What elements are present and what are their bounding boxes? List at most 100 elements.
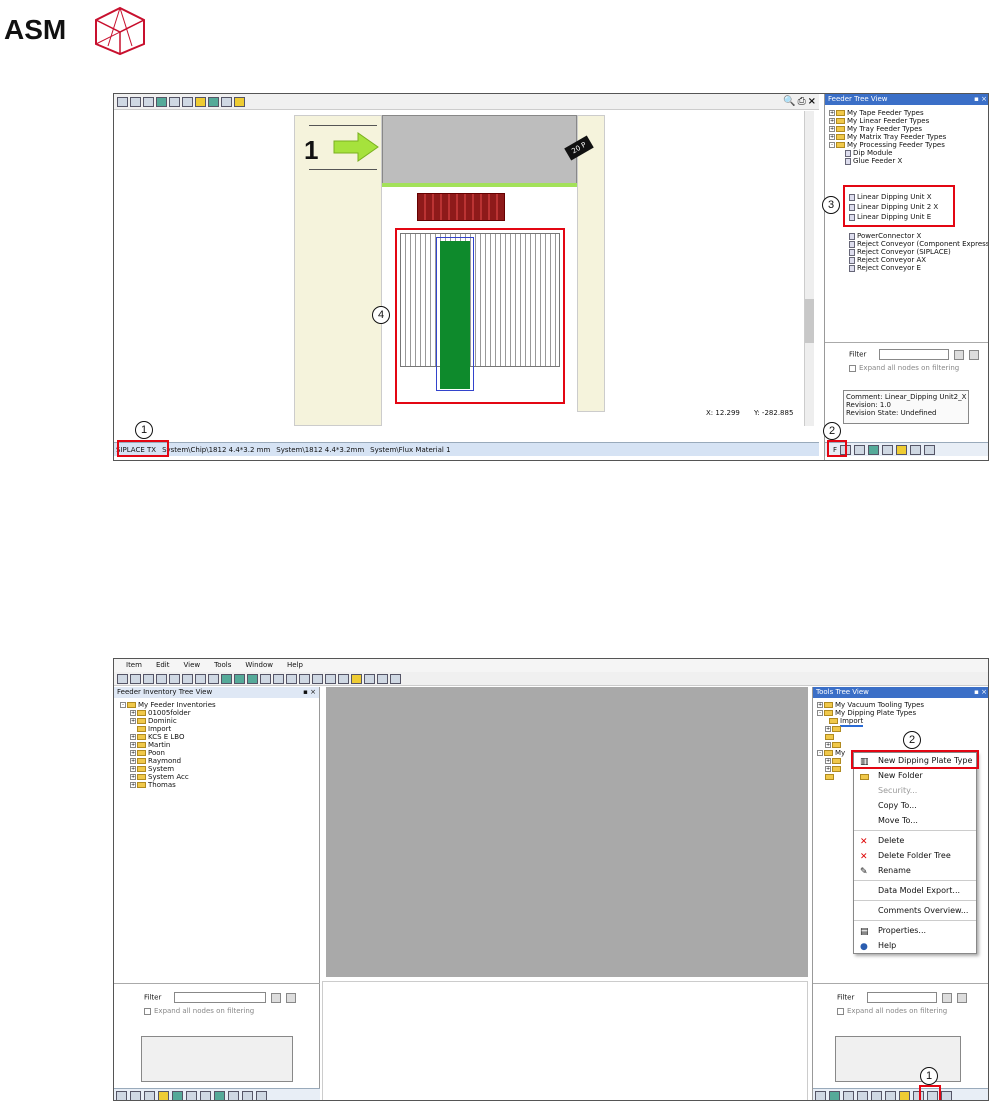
tab-icon[interactable] (256, 1090, 267, 1100)
refresh-icon[interactable] (169, 673, 180, 684)
zoom-icon[interactable]: 🔍 (783, 96, 795, 107)
tree-item[interactable]: + My Tray Feeder Types (829, 125, 946, 133)
import-icon[interactable] (130, 673, 141, 684)
tree-item[interactable]: + Thomas (120, 781, 216, 789)
tree-item[interactable]: + Raymond (120, 757, 216, 765)
zoom-out-icon[interactable] (312, 673, 323, 684)
board-icon[interactable] (208, 96, 219, 107)
tree-item[interactable]: + My Matrix Tray Feeder Types (829, 133, 946, 141)
expand-checkbox[interactable] (837, 1007, 844, 1015)
tab-icon[interactable] (882, 444, 894, 455)
pin-close-icon[interactable]: ▪ × (974, 94, 987, 105)
undo-icon[interactable] (182, 673, 193, 684)
tree-root[interactable]: - My Feeder Inventories (120, 701, 216, 709)
filter-clear-button[interactable] (286, 992, 297, 1003)
tree-item[interactable]: + My Vacuum Tooling Types (817, 701, 924, 709)
close-icon[interactable]: × (808, 96, 816, 107)
print-icon[interactable]: ⎙ (798, 96, 806, 107)
tree-item[interactable]: Reject Conveyor (Component Express) (849, 240, 988, 248)
tree-item[interactable]: - My Processing Feeder Types (829, 141, 946, 149)
link-icon[interactable] (221, 96, 232, 107)
tab-icon[interactable] (829, 1090, 840, 1100)
tree-item[interactable]: + System (120, 765, 216, 773)
tab-icon[interactable] (896, 444, 908, 455)
tab-icon[interactable] (857, 1090, 868, 1100)
tool-icon[interactable] (260, 673, 271, 684)
tree-item[interactable]: Reject Conveyor AX (849, 256, 988, 264)
tool-icon[interactable] (182, 96, 193, 107)
menu-tools[interactable]: Tools (214, 661, 231, 672)
tab-flux[interactable]: System\Flux Material 1 (370, 446, 450, 454)
tree-item[interactable]: +01005folder (120, 709, 216, 717)
tree-item[interactable]: Reject Conveyor E (849, 264, 988, 272)
tab-icon[interactable] (871, 1090, 882, 1100)
tab-1812[interactable]: System\1812 4.4*3.2mm (276, 446, 364, 454)
menu-delete-folder-tree[interactable]: ✕ Delete Folder Tree (854, 848, 976, 863)
tree-item[interactable]: Dip Module (829, 149, 946, 157)
menu-window[interactable]: Window (245, 661, 273, 672)
color-icon[interactable] (195, 96, 206, 107)
tab-icon[interactable] (172, 1090, 183, 1100)
pan-icon[interactable] (338, 673, 349, 684)
menu-help[interactable]: Help (287, 661, 303, 672)
tree-item[interactable]: + Dominic (120, 717, 216, 725)
menu-new-folder[interactable]: New Folder (854, 768, 976, 783)
print-icon[interactable] (364, 673, 375, 684)
tree-item[interactable]: PowerConnector X (849, 232, 988, 240)
menu-move-to[interactable]: Move To... (854, 813, 976, 828)
tree-item[interactable]: Reject Conveyor (SIPLACE) (849, 248, 988, 256)
tree-item[interactable]: + System Acc (120, 773, 216, 781)
filter-apply-button[interactable] (941, 992, 952, 1003)
filter-input[interactable] (878, 349, 949, 360)
tree-item[interactable]: + KCS E LBO (120, 733, 216, 741)
view-icon[interactable] (130, 96, 141, 107)
zoom-100-icon[interactable] (325, 673, 336, 684)
expand-checkbox[interactable] (849, 364, 856, 372)
tab-icon[interactable] (130, 1090, 141, 1100)
feeder-icon[interactable] (221, 673, 232, 684)
pin-close-icon[interactable]: ▪ × (974, 687, 987, 698)
filter-clear-button[interactable] (969, 349, 980, 360)
menu-edit[interactable]: Edit (156, 661, 170, 672)
grid-icon[interactable] (390, 673, 401, 684)
tree-item[interactable]: + Poon (120, 749, 216, 757)
menu-delete[interactable]: ✕ Delete (854, 833, 976, 848)
tab-icon[interactable] (885, 1090, 896, 1100)
menu-data-model-export[interactable]: Data Model Export... (854, 883, 976, 898)
vertical-scrollbar[interactable] (804, 111, 814, 426)
tab-icon[interactable] (941, 1090, 952, 1100)
menu-copy-to[interactable]: Copy To... (854, 798, 976, 813)
menu-item[interactable]: Item (126, 661, 142, 672)
filter-clear-button[interactable] (957, 992, 968, 1003)
scrollbar-thumb[interactable] (805, 299, 814, 343)
menu-comments-overview[interactable]: Comments Overview... (854, 903, 976, 918)
expand-checkbox[interactable] (144, 1007, 151, 1015)
layout-icon[interactable] (208, 673, 219, 684)
tool-icon[interactable] (286, 673, 297, 684)
menu-help[interactable]: ● Help (854, 938, 976, 953)
tab-icon[interactable] (854, 444, 866, 455)
tools-tab-icon[interactable] (899, 1090, 910, 1100)
export-icon[interactable] (143, 673, 154, 684)
menu-rename[interactable]: ✎ Rename (854, 863, 976, 878)
tree-item[interactable]: + Martin (120, 741, 216, 749)
tab-chip[interactable]: System\Chip\1812 4.4*3.2 mm (162, 446, 270, 454)
tab-icon[interactable] (200, 1090, 211, 1100)
tree-item[interactable]: Import (120, 725, 216, 733)
tab-icon[interactable] (924, 444, 936, 455)
tab-icon[interactable] (228, 1090, 239, 1100)
view-icon[interactable] (143, 96, 154, 107)
menu-properties[interactable]: ▤ Properties... (854, 923, 976, 938)
tool-icon[interactable] (273, 673, 284, 684)
feeder-icon[interactable] (247, 673, 258, 684)
tab-icon[interactable] (843, 1090, 854, 1100)
select-icon[interactable] (351, 673, 362, 684)
list-icon[interactable] (377, 673, 388, 684)
tree-item[interactable]: + My Tape Feeder Types (829, 109, 946, 117)
tab-icon[interactable] (116, 1090, 127, 1100)
tab-icon[interactable] (815, 1090, 826, 1100)
filter-input[interactable] (866, 992, 937, 1003)
tree-item[interactable]: Glue Feeder X (829, 157, 946, 165)
package-icon[interactable] (234, 96, 245, 107)
tree-item-import[interactable]: Import (817, 717, 924, 727)
